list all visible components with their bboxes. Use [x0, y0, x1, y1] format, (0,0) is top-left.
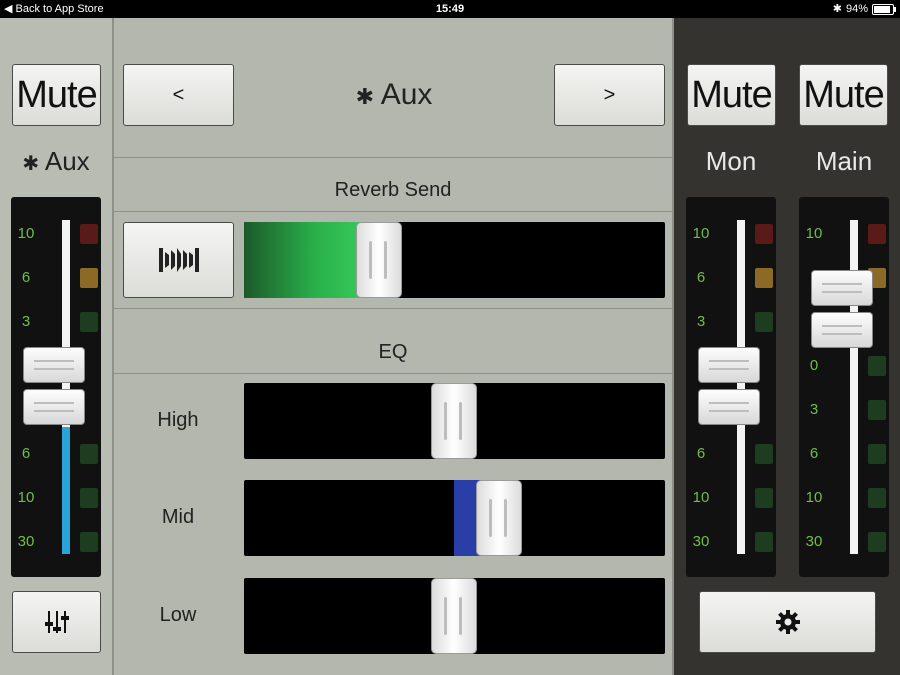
meter-led	[754, 487, 774, 509]
meter-tick: 10	[805, 489, 823, 506]
main-mute-button[interactable]: Mute	[799, 64, 888, 126]
meter-tick: 6	[21, 269, 31, 286]
meter-tick: 30	[692, 533, 710, 550]
meter-led	[754, 443, 774, 465]
mon-fader-handle-top[interactable]	[698, 347, 760, 383]
aux-channel-name: Aux	[44, 146, 90, 176]
meter-tick: 6	[21, 445, 31, 462]
current-channel-name: Aux	[380, 78, 433, 111]
meter-tick: 6	[696, 445, 706, 462]
meter-led-clip	[79, 223, 99, 245]
mixer-sliders-icon	[44, 611, 69, 633]
eq-low-slider[interactable]	[244, 578, 665, 654]
gear-icon	[775, 610, 800, 634]
meter-led	[867, 487, 887, 509]
main-fader-handle[interactable]	[811, 312, 873, 348]
section-divider	[114, 373, 672, 374]
mon-channel-label: Mon	[705, 146, 757, 176]
meter-tick: 30	[805, 533, 823, 550]
aux-fader-fill	[62, 427, 70, 554]
aux-fader-handle[interactable]	[23, 389, 85, 425]
status-right: ✱ 94%	[832, 0, 896, 18]
mon-level-meter: 10 6 3 6 10 30	[686, 197, 776, 577]
bluetooth-icon: ✱	[832, 3, 842, 15]
fader-track	[737, 220, 745, 554]
battery-icon	[872, 3, 896, 15]
current-channel-title: ✱ Aux	[240, 78, 548, 112]
section-divider	[114, 211, 672, 212]
meter-tick: 6	[809, 445, 819, 462]
meter-led	[867, 355, 887, 377]
aux-mute-button[interactable]: Mute	[12, 64, 101, 126]
meter-led	[754, 531, 774, 553]
meter-led-clip	[754, 223, 774, 245]
meter-led	[867, 399, 887, 421]
meter-tick: 10	[692, 489, 710, 506]
main-level-meter: 10 0 3 6 10 30	[799, 197, 889, 577]
meter-led	[79, 531, 99, 553]
aux-level-meter: 10 6 3 6 10 30	[11, 197, 101, 577]
meter-tick: 10	[805, 225, 823, 242]
main-fader-handle-top[interactable]	[811, 270, 873, 306]
reverb-send-slider[interactable]	[244, 222, 665, 298]
back-to-app-store-link[interactable]: ◀ Back to App Store	[4, 0, 104, 18]
eq-mid-handle[interactable]	[476, 480, 522, 556]
meter-tick: 3	[21, 313, 31, 330]
meter-led-clip	[867, 223, 887, 245]
meter-led	[867, 531, 887, 553]
bluetooth-icon: ✱	[22, 153, 40, 175]
meter-tick: 10	[17, 489, 35, 506]
meter-tick: 30	[17, 533, 35, 550]
meter-led	[79, 311, 99, 333]
mixer-button[interactable]	[12, 591, 101, 653]
meter-tick: 0	[809, 357, 819, 374]
meter-tick: 3	[809, 401, 819, 418]
battery-percent: 94%	[845, 3, 868, 15]
reverb-send-fill	[244, 222, 362, 298]
eq-high-slider[interactable]	[244, 383, 665, 459]
next-channel-button[interactable]: >	[554, 64, 665, 126]
reverb-button[interactable]	[123, 222, 234, 298]
meter-tick: 10	[17, 225, 35, 242]
eq-high-label: High	[157, 409, 199, 431]
reverb-send-handle[interactable]	[356, 222, 402, 298]
eq-low-label: Low	[159, 604, 197, 626]
meter-tick: 3	[696, 313, 706, 330]
aux-channel-label: ✱ Aux	[0, 146, 112, 177]
meter-led-warn	[754, 267, 774, 289]
meter-led	[79, 487, 99, 509]
meter-tick: 10	[692, 225, 710, 242]
bluetooth-icon: ✱	[355, 84, 375, 109]
meter-led	[754, 311, 774, 333]
eq-title: EQ	[378, 341, 408, 363]
previous-channel-button[interactable]: <	[123, 64, 234, 126]
status-bar: ◀ Back to App Store 15:49 ✱ 94%	[0, 0, 900, 18]
settings-button[interactable]	[699, 591, 876, 653]
status-time: 15:49	[435, 3, 465, 15]
eq-high-handle[interactable]	[431, 383, 477, 459]
section-divider	[114, 308, 672, 309]
meter-led-warn	[79, 267, 99, 289]
main-channel-label: Main	[815, 146, 873, 176]
eq-low-handle[interactable]	[431, 578, 477, 654]
eq-mid-label: Mid	[161, 506, 195, 528]
meter-led	[79, 443, 99, 465]
eq-mid-slider[interactable]	[244, 480, 665, 556]
reverb-icon	[158, 248, 199, 272]
meter-led	[867, 443, 887, 465]
mon-mute-button[interactable]: Mute	[687, 64, 776, 126]
meter-tick: 6	[696, 269, 706, 286]
aux-fader-handle-top[interactable]	[23, 347, 85, 383]
mon-fader-handle[interactable]	[698, 389, 760, 425]
section-divider	[114, 157, 672, 158]
reverb-send-title: Reverb Send	[334, 179, 452, 201]
